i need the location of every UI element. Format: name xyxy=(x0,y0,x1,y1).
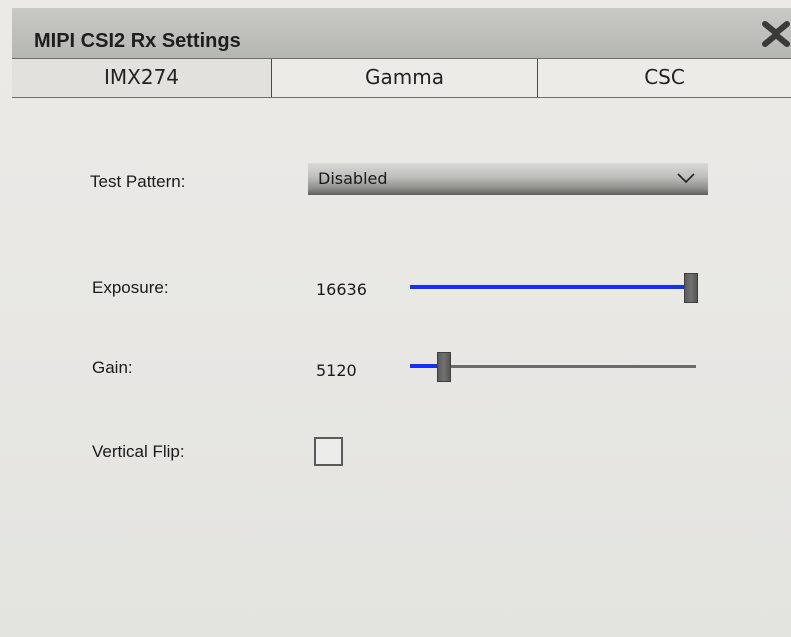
settings-screen: MIPI CSI2 Rx Settings IMX274 Gamma CSC T… xyxy=(0,0,791,637)
exposure-slider-handle[interactable] xyxy=(684,273,698,303)
vertical-flip-checkbox[interactable] xyxy=(314,437,343,466)
vertical-flip-label: Vertical Flip: xyxy=(92,442,185,461)
tab-csc[interactable]: CSC xyxy=(538,59,791,97)
close-x-icon xyxy=(762,21,790,47)
gain-slider[interactable] xyxy=(410,352,696,382)
tab-gamma[interactable]: Gamma xyxy=(272,59,538,97)
slider-fill xyxy=(410,285,691,289)
slider-track xyxy=(410,365,696,368)
exposure-value: 16636 xyxy=(316,280,367,299)
gain-label: Gain: xyxy=(92,358,133,377)
exposure-slider[interactable] xyxy=(410,273,698,303)
tab-bar: IMX274 Gamma CSC xyxy=(12,58,791,98)
test-pattern-selected-value: Disabled xyxy=(318,169,388,188)
test-pattern-dropdown[interactable]: Disabled xyxy=(308,163,708,195)
close-button[interactable] xyxy=(760,20,791,48)
gain-slider-handle[interactable] xyxy=(437,352,452,382)
exposure-label: Exposure: xyxy=(92,278,169,297)
title-bar: MIPI CSI2 Rx Settings xyxy=(12,8,791,58)
gain-value: 5120 xyxy=(316,361,357,380)
window-title: MIPI CSI2 Rx Settings xyxy=(34,30,241,52)
test-pattern-label: Test Pattern: xyxy=(90,172,186,191)
tab-imx274[interactable]: IMX274 xyxy=(12,59,272,97)
chevron-down-icon xyxy=(677,173,695,184)
